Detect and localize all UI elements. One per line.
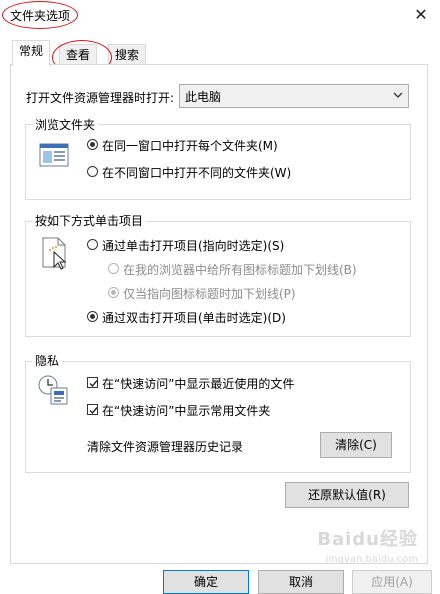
underline-hover-label: 仅当指向图标标题时加下划线(P) [123,287,296,301]
radio-new-window[interactable] [87,166,98,177]
watermark-logo: Baidu经验 [317,529,418,550]
window-layout-icon [39,143,69,167]
single-click-label: 通过单击打开项目(指向时选定)(S) [102,239,285,253]
click-items-title: 按如下方式单击项目 [32,212,147,229]
tab-search[interactable]: 搜索 [108,44,147,65]
same-window-label: 在同一窗口中打开每个文件夹(M) [102,139,278,153]
chevron-down-icon [393,92,403,98]
close-icon[interactable]: ✕ [410,4,432,26]
recent-documents-icon [38,375,68,405]
document-pointer-icon [42,237,67,270]
new-window-label: 在不同窗口中打开不同的文件夹(W) [102,166,292,180]
double-click-label: 通过双击打开项目(单击时选定)(D) [102,311,286,325]
tab-general[interactable]: 常规 [12,40,51,66]
browse-folders-group [25,124,411,200]
tab-view[interactable]: 查看 [59,44,98,65]
open-in-dropdown[interactable]: 此电脑 [179,84,409,108]
frequent-folders-label: 在“快速访问”中显示常用文件夹 [102,404,271,418]
clear-button[interactable]: 清除(C) [320,432,392,458]
recent-files-label: 在“快速访问”中显示最近使用的文件 [102,377,295,391]
ok-button[interactable]: 确定 [163,570,249,594]
checkbox-recent-files[interactable] [87,377,98,388]
browse-folders-title: 浏览文件夹 [32,116,99,133]
radio-single-click[interactable] [87,239,98,250]
open-in-value: 此电脑 [185,90,222,104]
apply-button[interactable]: 应用(A) [352,570,432,594]
radio-underline-always[interactable] [108,263,119,274]
radio-double-click[interactable] [87,311,98,322]
privacy-title: 隐私 [32,352,63,369]
checkbox-frequent-folders[interactable] [87,404,98,415]
open-in-label: 打开文件资源管理器时打开: [26,91,175,105]
restore-defaults-button[interactable]: 还原默认值(R) [285,482,409,508]
underline-always-label: 在我的浏览器中给所有图标标题加下划线(B) [123,263,357,277]
window-title: 文件夹选项 [10,9,71,23]
clear-history-label: 清除文件资源管理器历史记录 [87,440,244,454]
cancel-button[interactable]: 取消 [258,570,344,594]
radio-underline-hover[interactable] [108,287,119,298]
radio-same-window[interactable] [87,139,98,150]
watermark-url: jingyan.baidu.com [325,554,418,565]
